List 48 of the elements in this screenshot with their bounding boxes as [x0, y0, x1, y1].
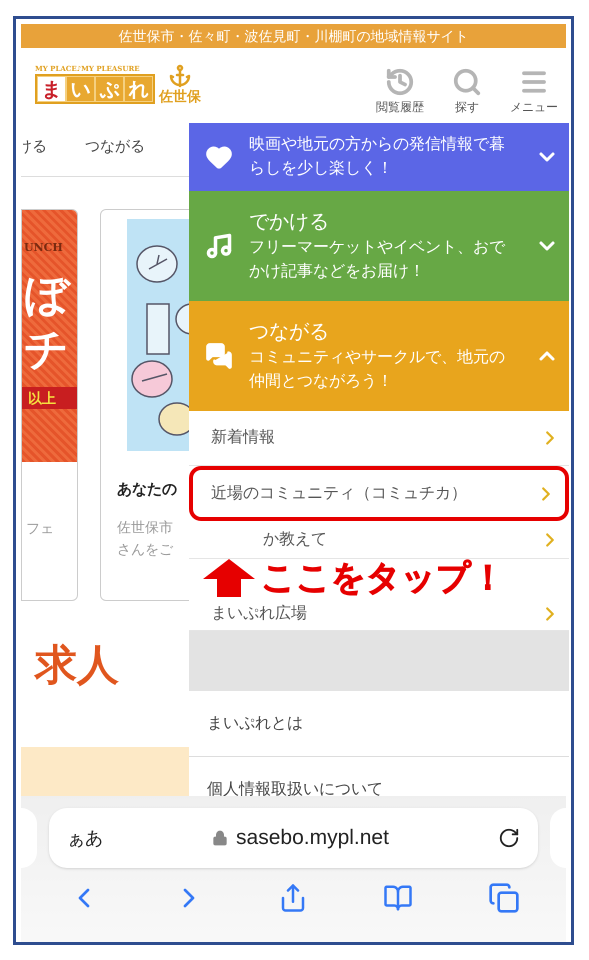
menu-link[interactable]: か教えて	[189, 521, 569, 559]
menu-link-label: 近場のコミュニティ（コミュチカ）	[211, 484, 467, 504]
category-description: コミュニティやサークルで、地元の仲間とつながろう！	[249, 348, 506, 392]
logo-letter: れ	[124, 76, 153, 102]
lock-icon	[212, 829, 228, 847]
category-tab[interactable]: ける	[21, 136, 47, 159]
menu-link[interactable]: 新着情報	[189, 411, 569, 466]
anchor-icon	[167, 64, 193, 88]
menu-link-label: 新着情報	[211, 428, 275, 448]
banner-card[interactable]: UNCH ぼ チ 以上 フェ	[21, 209, 78, 601]
article-text: さんをご	[117, 540, 174, 558]
category-description: 映画や地元の方からの発信情報で暮らしを少し楽しく！	[249, 134, 506, 179]
header-action-button[interactable]: 探す	[452, 67, 482, 115]
url-text: sasebo.mypl.net	[236, 825, 389, 852]
menu-link-label: まいぷれ広場	[211, 604, 307, 624]
banner-text: チ	[23, 324, 70, 376]
header-action-button[interactable]: 閲覧履歴	[376, 67, 424, 115]
card-caption: フェ	[25, 519, 55, 538]
music-note-icon	[205, 232, 233, 260]
section-heading: 求人	[33, 640, 120, 690]
logo-letter: ま	[37, 76, 66, 102]
category-description: フリーマーケットやイベント、おでかけ記事などをお届け！	[249, 238, 506, 282]
logo-city: 佐世保	[159, 88, 201, 104]
speech-bubble-icon	[205, 342, 233, 370]
search-icon	[452, 67, 482, 97]
logo-letter: い	[66, 76, 95, 102]
banner-text: UNCH	[23, 240, 64, 256]
site-banner: 佐世保市・佐々町・波佐見町・川棚町の地域情報サイト	[21, 24, 566, 48]
article-text: 佐世保市	[117, 518, 174, 536]
banner-text: 以上	[22, 386, 77, 408]
tabs-icon[interactable]	[488, 882, 520, 914]
menu-category[interactable]: 映画や地元の方からの発信情報で暮らしを少し楽しく！	[189, 123, 569, 191]
up-arrow-icon	[203, 559, 255, 597]
header-action-button[interactable]: メニュー	[510, 67, 558, 115]
annotation-text: ここをタップ！	[261, 559, 505, 597]
article-title: あなたの	[117, 480, 178, 500]
text-size-button[interactable]: ぁあ	[67, 824, 103, 852]
logo-letter: ぷ	[95, 76, 124, 102]
reload-icon[interactable]	[498, 827, 520, 849]
address-bar[interactable]: ぁあ sasebo.mypl.net	[49, 808, 538, 868]
menu-link[interactable]: 近場のコミュニティ（コミュチカ）	[189, 466, 569, 521]
banner-text: ぼ	[23, 270, 72, 322]
menu-link-label: か教えて	[262, 530, 327, 550]
history-icon	[385, 67, 415, 97]
category-title: つながる	[249, 320, 330, 345]
category-tab[interactable]: つながる	[85, 136, 145, 159]
category-title: でかける	[249, 210, 330, 235]
footer-link[interactable]: まいぷれとは	[189, 691, 569, 757]
